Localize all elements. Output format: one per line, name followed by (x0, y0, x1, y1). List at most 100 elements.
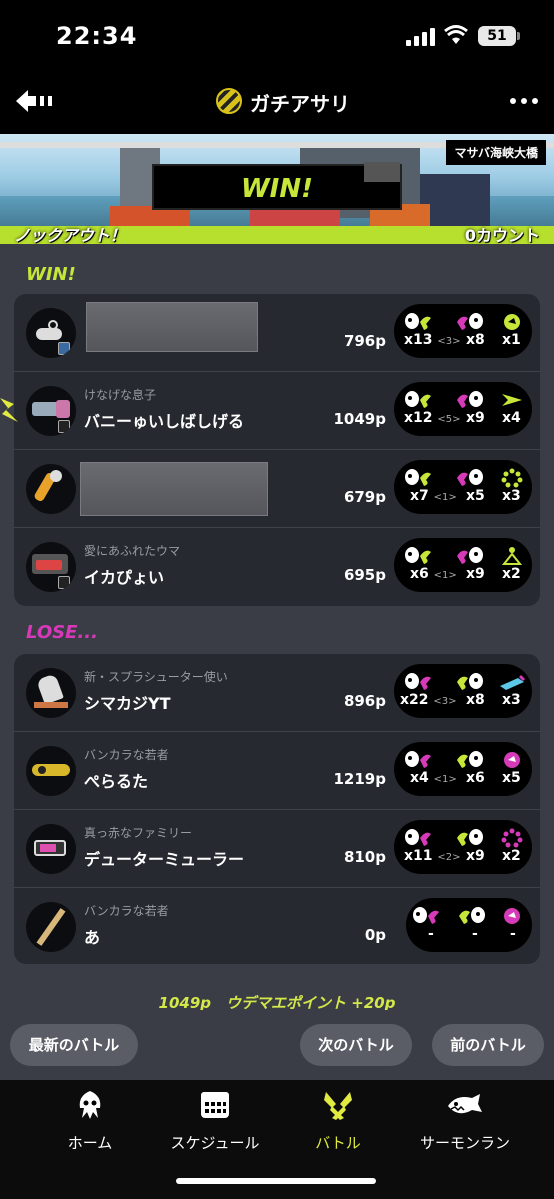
prev-battle-button[interactable]: 前のバトル (432, 1024, 544, 1066)
death-count: x6 (466, 770, 485, 786)
player-points: 796p (343, 332, 386, 350)
player-name: デューターミューラー (84, 850, 245, 869)
special-count: x5 (502, 770, 521, 786)
player-row[interactable]: バンカラな若者 あ 0p - - - (14, 888, 540, 966)
lose-team-label: LOSE... (26, 622, 98, 643)
death-icon (457, 313, 483, 330)
nav-bar: ガチアサリ (0, 72, 554, 134)
latest-battle-button[interactable]: 最新のバトル (10, 1024, 138, 1066)
special-count: x2 (502, 848, 521, 864)
special-icon (501, 468, 523, 488)
player-row[interactable]: 真っ赤なファミリー デューターミューラー 810p x11 <2> x9 x2 (14, 810, 540, 888)
death-icon (457, 547, 483, 564)
assist-count: <1> (433, 570, 457, 581)
special-count: - (510, 926, 516, 942)
death-icon (459, 907, 485, 924)
score-left: ノックアウト！ (14, 226, 126, 245)
kill-count: x6 (410, 566, 429, 582)
player-stats: x4 <1> x6 x5 (394, 742, 532, 796)
kill-icon (405, 829, 431, 846)
special-icon (501, 828, 523, 848)
status-bar: 22:34 51 (0, 0, 554, 72)
special-count: x1 (502, 332, 521, 348)
death-icon (457, 829, 483, 846)
stage-name: マサバ海峡大橋 (446, 140, 546, 165)
calendar-icon (201, 1092, 229, 1118)
special-icon (504, 752, 520, 768)
back-arrow-icon[interactable] (14, 88, 54, 114)
more-dots-icon[interactable] (510, 98, 538, 106)
player-row[interactable]: 愛にあふれたウマ イカぴょい 695p x6 <1> x9 x2 (14, 528, 540, 606)
tab-label: スケジュール (170, 1134, 260, 1152)
player-name: バニーゅいしばしげる (84, 412, 245, 431)
assist-count: <3> (433, 696, 457, 707)
home-indicator (176, 1178, 376, 1184)
tab-label: バトル (315, 1134, 361, 1152)
weapon-icon (26, 824, 76, 874)
kill-count: x22 (400, 692, 429, 708)
tab-label: ホーム (67, 1134, 113, 1152)
kill-icon (405, 469, 431, 486)
kill-icon (413, 907, 439, 924)
redacted-name (86, 302, 258, 352)
death-icon (457, 391, 483, 408)
player-row[interactable]: 新・スプラシューター使い シマカジYT 896p x22 <3> x8 x3 (14, 654, 540, 732)
tab-bar: ホーム スケジュール バトル サーモンラン (0, 1080, 554, 1199)
battle-icon (324, 1092, 352, 1120)
result-box: WIN! (152, 162, 402, 210)
assist-count: <1> (433, 492, 457, 503)
lose-team-card: 新・スプラシューター使い シマカジYT 896p x22 <3> x8 x3 バ… (14, 654, 540, 964)
next-battle-button[interactable]: 次のバトル (300, 1024, 412, 1066)
salmon-icon (448, 1094, 482, 1114)
kill-icon (405, 391, 431, 408)
tab-schedule[interactable]: スケジュール (160, 1090, 270, 1152)
player-title: けなげな息子 (84, 388, 157, 402)
assist-count: <2> (437, 852, 461, 863)
special-count: x4 (502, 410, 521, 426)
player-title: バンカラな若者 (84, 748, 169, 762)
player-stats: x13 <3> x8 x1 (394, 304, 532, 358)
player-points: 896p (343, 692, 386, 710)
tab-battle[interactable]: バトル (298, 1090, 378, 1152)
player-row[interactable]: 796p x13 <3> x8 x1 (14, 294, 540, 372)
special-count: x3 (502, 488, 521, 504)
player-row[interactable]: バンカラな若者 ぺらるた 1219p x4 <1> x6 x5 (14, 732, 540, 810)
kill-count: - (428, 926, 434, 942)
kill-icon (405, 313, 431, 330)
score-right: 0カウント (464, 226, 540, 245)
kill-count: x13 (404, 332, 433, 348)
death-count: x8 (466, 332, 485, 348)
kill-count: x11 (404, 848, 433, 864)
player-stats: x7 <1> x5 x3 (394, 460, 532, 514)
kill-count: x4 (410, 770, 429, 786)
special-count: x2 (502, 566, 521, 582)
special-icon (501, 547, 523, 565)
tab-home[interactable]: ホーム (50, 1090, 130, 1152)
player-title: 愛にあふれたウマ (84, 544, 181, 558)
player-row[interactable]: 679p x7 <1> x5 x3 (14, 450, 540, 528)
battery-icon: 51 (478, 26, 520, 46)
assist-count: <1> (433, 774, 457, 785)
player-points: 695p (343, 566, 386, 584)
player-name: イカぴょい (84, 568, 165, 587)
player-name: ぺらるた (84, 772, 149, 791)
win-team-card: 796p x13 <3> x8 x1 けなげな息子 バニーゅいしばしげる 104… (14, 294, 540, 606)
weapon-icon (26, 902, 76, 952)
kill-icon (405, 751, 431, 768)
player-stats: - - - (406, 898, 532, 952)
death-count: x5 (466, 488, 485, 504)
player-title: バンカラな若者 (84, 904, 169, 918)
death-count: - (472, 926, 478, 942)
player-title: 新・スプラシューター使い (84, 670, 228, 684)
special-icon (504, 908, 520, 924)
player-name: あ (84, 928, 101, 947)
weapon-icon (26, 464, 76, 514)
assist-count: <3> (437, 336, 461, 347)
kill-icon (405, 673, 431, 690)
kill-count: x12 (404, 410, 433, 426)
tab-salmon-run[interactable]: サーモンラン (410, 1090, 520, 1152)
tab-label: サーモンラン (419, 1134, 510, 1152)
weapon-icon (26, 542, 76, 592)
weapon-icon (26, 308, 76, 358)
player-row[interactable]: けなげな息子 バニーゅいしばしげる 1049p x12 <5> x9 x4 (14, 372, 540, 450)
